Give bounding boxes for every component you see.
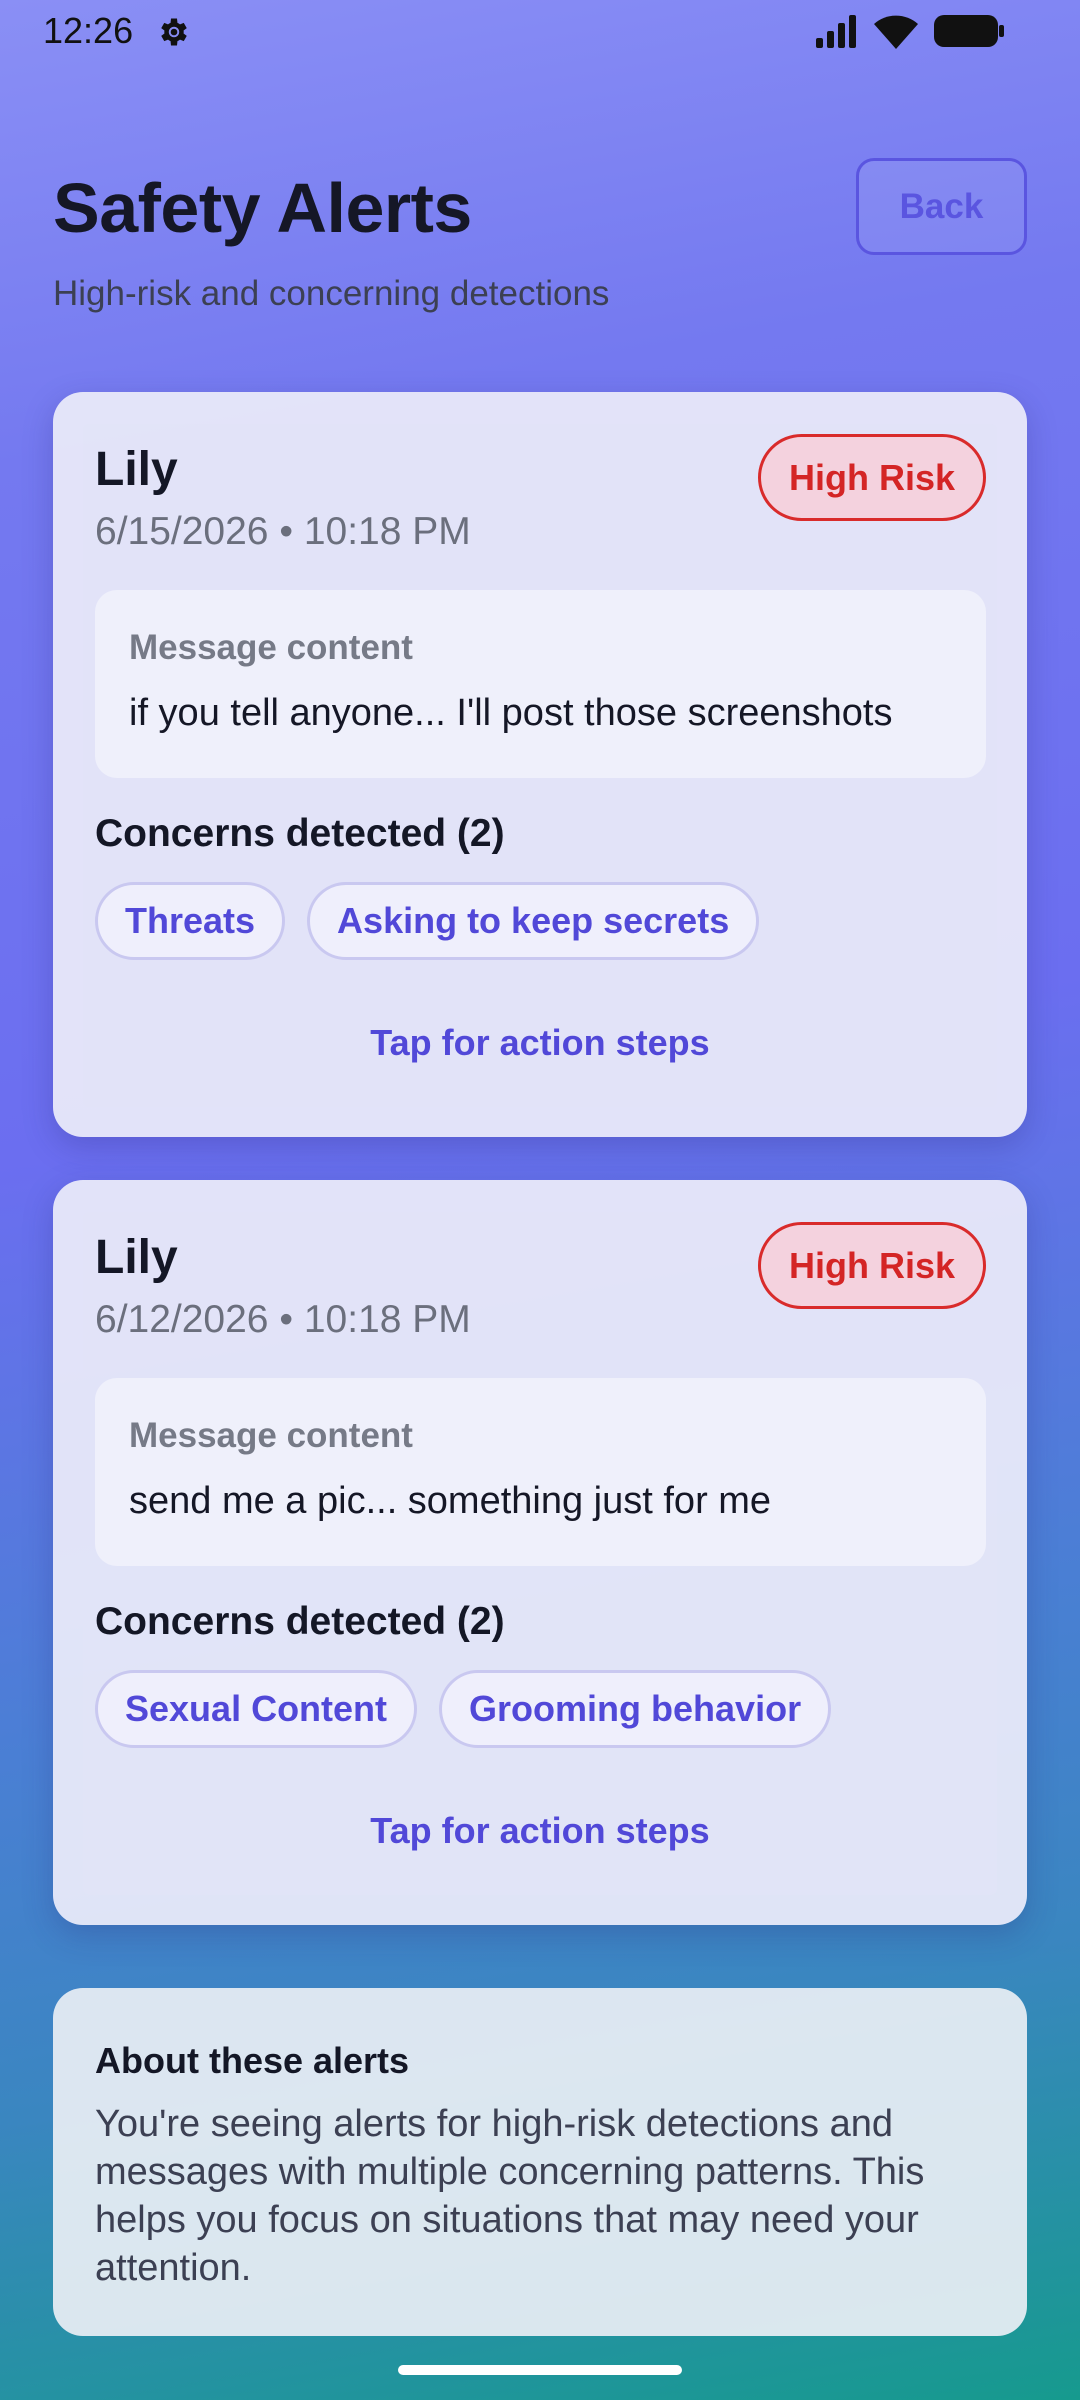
- about-alerts-title: About these alerts: [95, 2040, 410, 2081]
- message-label: Message content: [129, 628, 413, 667]
- alert-card[interactable]: Lily 6/15/2026 • 10:18 PM High Risk Mess…: [53, 392, 1027, 1137]
- concern-chip-sexual-content: Sexual Content: [95, 1670, 418, 1748]
- concern-chips: Sexual Content Grooming behavior: [95, 1670, 832, 1748]
- concern-chips: Threats Asking to keep secrets: [95, 882, 760, 960]
- action-steps-link[interactable]: Tap for action steps: [53, 1022, 1027, 1064]
- message-label: Message content: [129, 1416, 413, 1455]
- alert-child-name: Lily: [95, 1231, 178, 1284]
- message-text: if you tell anyone... I'll post those sc…: [129, 692, 893, 734]
- high-risk-badge: High Risk: [758, 1222, 986, 1309]
- about-alerts-card: About these alerts You're seeing alerts …: [53, 1988, 1027, 2336]
- alert-child-name: Lily: [95, 443, 178, 496]
- status-bar: 12:26: [0, 0, 1080, 62]
- alert-timestamp: 6/15/2026 • 10:18 PM: [95, 510, 471, 553]
- concern-chip-threats: Threats: [95, 882, 286, 960]
- signal-icon: [816, 15, 856, 48]
- page-subtitle: High-risk and concerning detections: [53, 274, 610, 313]
- wifi-icon: [874, 15, 918, 50]
- action-steps-link[interactable]: Tap for action steps: [53, 1810, 1027, 1852]
- concern-chip-secrets: Asking to keep secrets: [307, 882, 760, 960]
- concerns-title: Concerns detected (2): [95, 1600, 505, 1643]
- battery-icon: [934, 15, 1004, 47]
- high-risk-badge: High Risk: [758, 434, 986, 521]
- alert-timestamp: 6/12/2026 • 10:18 PM: [95, 1298, 471, 1341]
- back-button[interactable]: Back: [856, 158, 1027, 255]
- alert-card[interactable]: Lily 6/12/2026 • 10:18 PM High Risk Mess…: [53, 1180, 1027, 1925]
- message-box: Message content if you tell anyone... I'…: [95, 590, 986, 778]
- about-alerts-text: You're seeing alerts for high-risk detec…: [95, 2103, 925, 2289]
- concern-chip-grooming: Grooming behavior: [439, 1670, 832, 1748]
- message-box: Message content send me a pic... somethi…: [95, 1378, 986, 1566]
- message-text: send me a pic... something just for me: [129, 1480, 772, 1522]
- concerns-title: Concerns detected (2): [95, 812, 505, 855]
- home-indicator[interactable]: [398, 2365, 682, 2375]
- page-title: Safety Alerts: [53, 169, 472, 247]
- status-time: 12:26: [43, 10, 134, 51]
- gear-icon: [161, 18, 187, 46]
